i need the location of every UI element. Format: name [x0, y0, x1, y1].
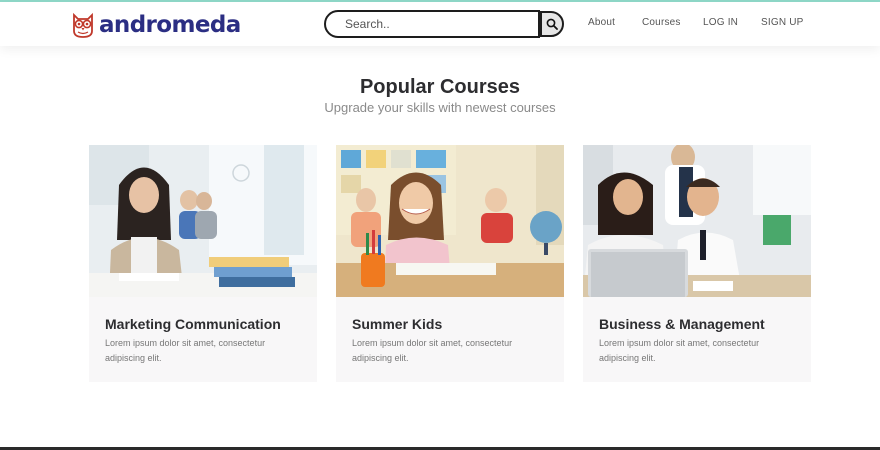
- course-card-business[interactable]: Business & Management Lorem ipsum dolor …: [583, 145, 811, 382]
- navbar: andromeda About Courses LOG IN SIGN UP: [0, 2, 880, 46]
- brand-logo[interactable]: andromeda: [70, 10, 241, 40]
- course-title[interactable]: Business & Management: [599, 316, 765, 332]
- course-card-summer-kids[interactable]: Summer Kids Lorem ipsum dolor sit amet, …: [336, 145, 564, 382]
- course-title[interactable]: Summer Kids: [352, 316, 442, 332]
- nav-courses-link[interactable]: Courses: [642, 17, 681, 28]
- owl-icon: [73, 12, 93, 38]
- course-image-girl: [336, 145, 564, 297]
- course-description: Lorem ipsum dolor sit amet, consectetur …: [352, 338, 513, 363]
- section-subtitle: Upgrade your skills with newest courses: [324, 100, 556, 115]
- search-button[interactable]: [540, 11, 564, 37]
- search-input[interactable]: [345, 17, 525, 31]
- nav-signup-link[interactable]: SIGN UP: [761, 17, 804, 28]
- section-title: Popular Courses: [359, 76, 521, 98]
- course-description: Lorem ipsum dolor sit amet, consectetur …: [105, 338, 266, 363]
- course-image-business: [583, 145, 811, 297]
- nav-login-link[interactable]: LOG IN: [703, 17, 738, 28]
- nav-about-link[interactable]: About: [588, 17, 615, 28]
- brand-name: andromeda: [99, 12, 241, 38]
- course-card-marketing[interactable]: Marketing Communication Lorem ipsum dolo…: [89, 145, 317, 382]
- course-image-student: [89, 145, 317, 297]
- course-title[interactable]: Marketing Communication: [105, 316, 281, 332]
- course-description: Lorem ipsum dolor sit amet, consectetur …: [599, 338, 760, 363]
- search-box: [324, 10, 540, 38]
- search-icon: [546, 18, 558, 30]
